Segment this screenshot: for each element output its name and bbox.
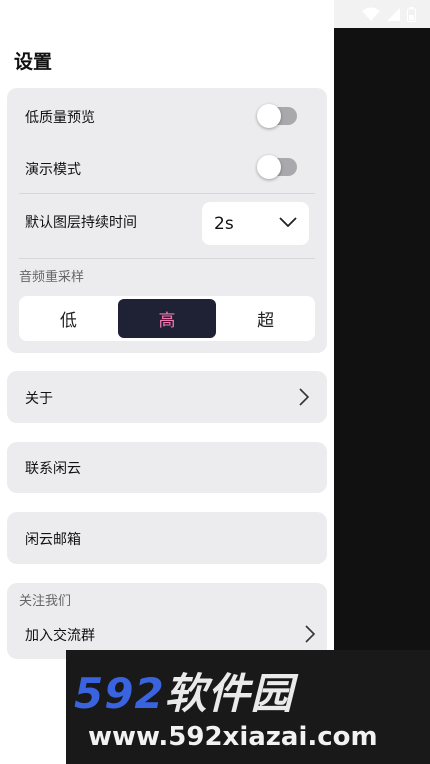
watermark-title: 592软件园 <box>74 660 294 721</box>
chevron-right-icon[interactable] <box>304 625 315 643</box>
audio-resample-title: 音频重采样 <box>19 270 85 285</box>
divider <box>19 193 315 194</box>
low-quality-preview-toggle[interactable] <box>257 104 297 128</box>
chevron-right-icon <box>299 388 309 406</box>
watermark-url: www.592xiazai.com <box>88 722 378 752</box>
status-icons <box>362 6 416 22</box>
segment-ultra[interactable]: 超 <box>216 296 315 341</box>
segment-high[interactable]: 高 <box>117 299 217 338</box>
join-group-label[interactable]: 加入交流群 <box>25 625 95 645</box>
status-bar: 9:22 <box>0 0 430 28</box>
demo-mode-toggle[interactable] <box>257 155 297 179</box>
contact-label: 联系闲云 <box>25 461 81 477</box>
demo-mode-label: 演示模式 <box>25 162 81 178</box>
signal-icon <box>387 7 400 21</box>
default-layer-duration-label: 默认图层持续时间 <box>25 215 137 231</box>
duration-select[interactable]: 2s <box>202 202 309 245</box>
toggle-knob <box>257 155 281 179</box>
follow-card: 关注我们 加入交流群 <box>7 583 327 659</box>
download-icon[interactable] <box>388 52 410 72</box>
divider <box>19 258 315 259</box>
duration-value: 2s <box>214 213 234 234</box>
watermark-logo: 592软件园 www.592xiazai.com <box>66 650 430 764</box>
battery-icon <box>407 6 416 22</box>
audio-resample-segmented: 低 高 超 <box>19 296 315 341</box>
contact-row[interactable]: 联系闲云 <box>7 442 327 493</box>
low-quality-preview-label: 低质量预览 <box>25 110 95 126</box>
email-row[interactable]: 闲云邮箱 <box>7 512 327 564</box>
about-label: 关于 <box>25 391 53 407</box>
status-time: 9:22 <box>10 5 44 23</box>
watermark-brand: 软件园 <box>164 669 294 718</box>
page-title: 设置 <box>14 51 53 73</box>
about-row[interactable]: 关于 <box>7 371 327 423</box>
watermark-number: 592 <box>74 669 165 718</box>
email-label: 闲云邮箱 <box>25 532 81 548</box>
chevron-down-icon <box>279 217 297 228</box>
settings-card: 低质量预览 演示模式 默认图层持续时间 2s 音频重采样 低 高 超 <box>7 88 327 353</box>
wifi-icon <box>362 7 380 21</box>
toggle-knob <box>257 104 281 128</box>
segment-low[interactable]: 低 <box>19 296 118 341</box>
follow-section-title: 关注我们 <box>19 594 72 609</box>
